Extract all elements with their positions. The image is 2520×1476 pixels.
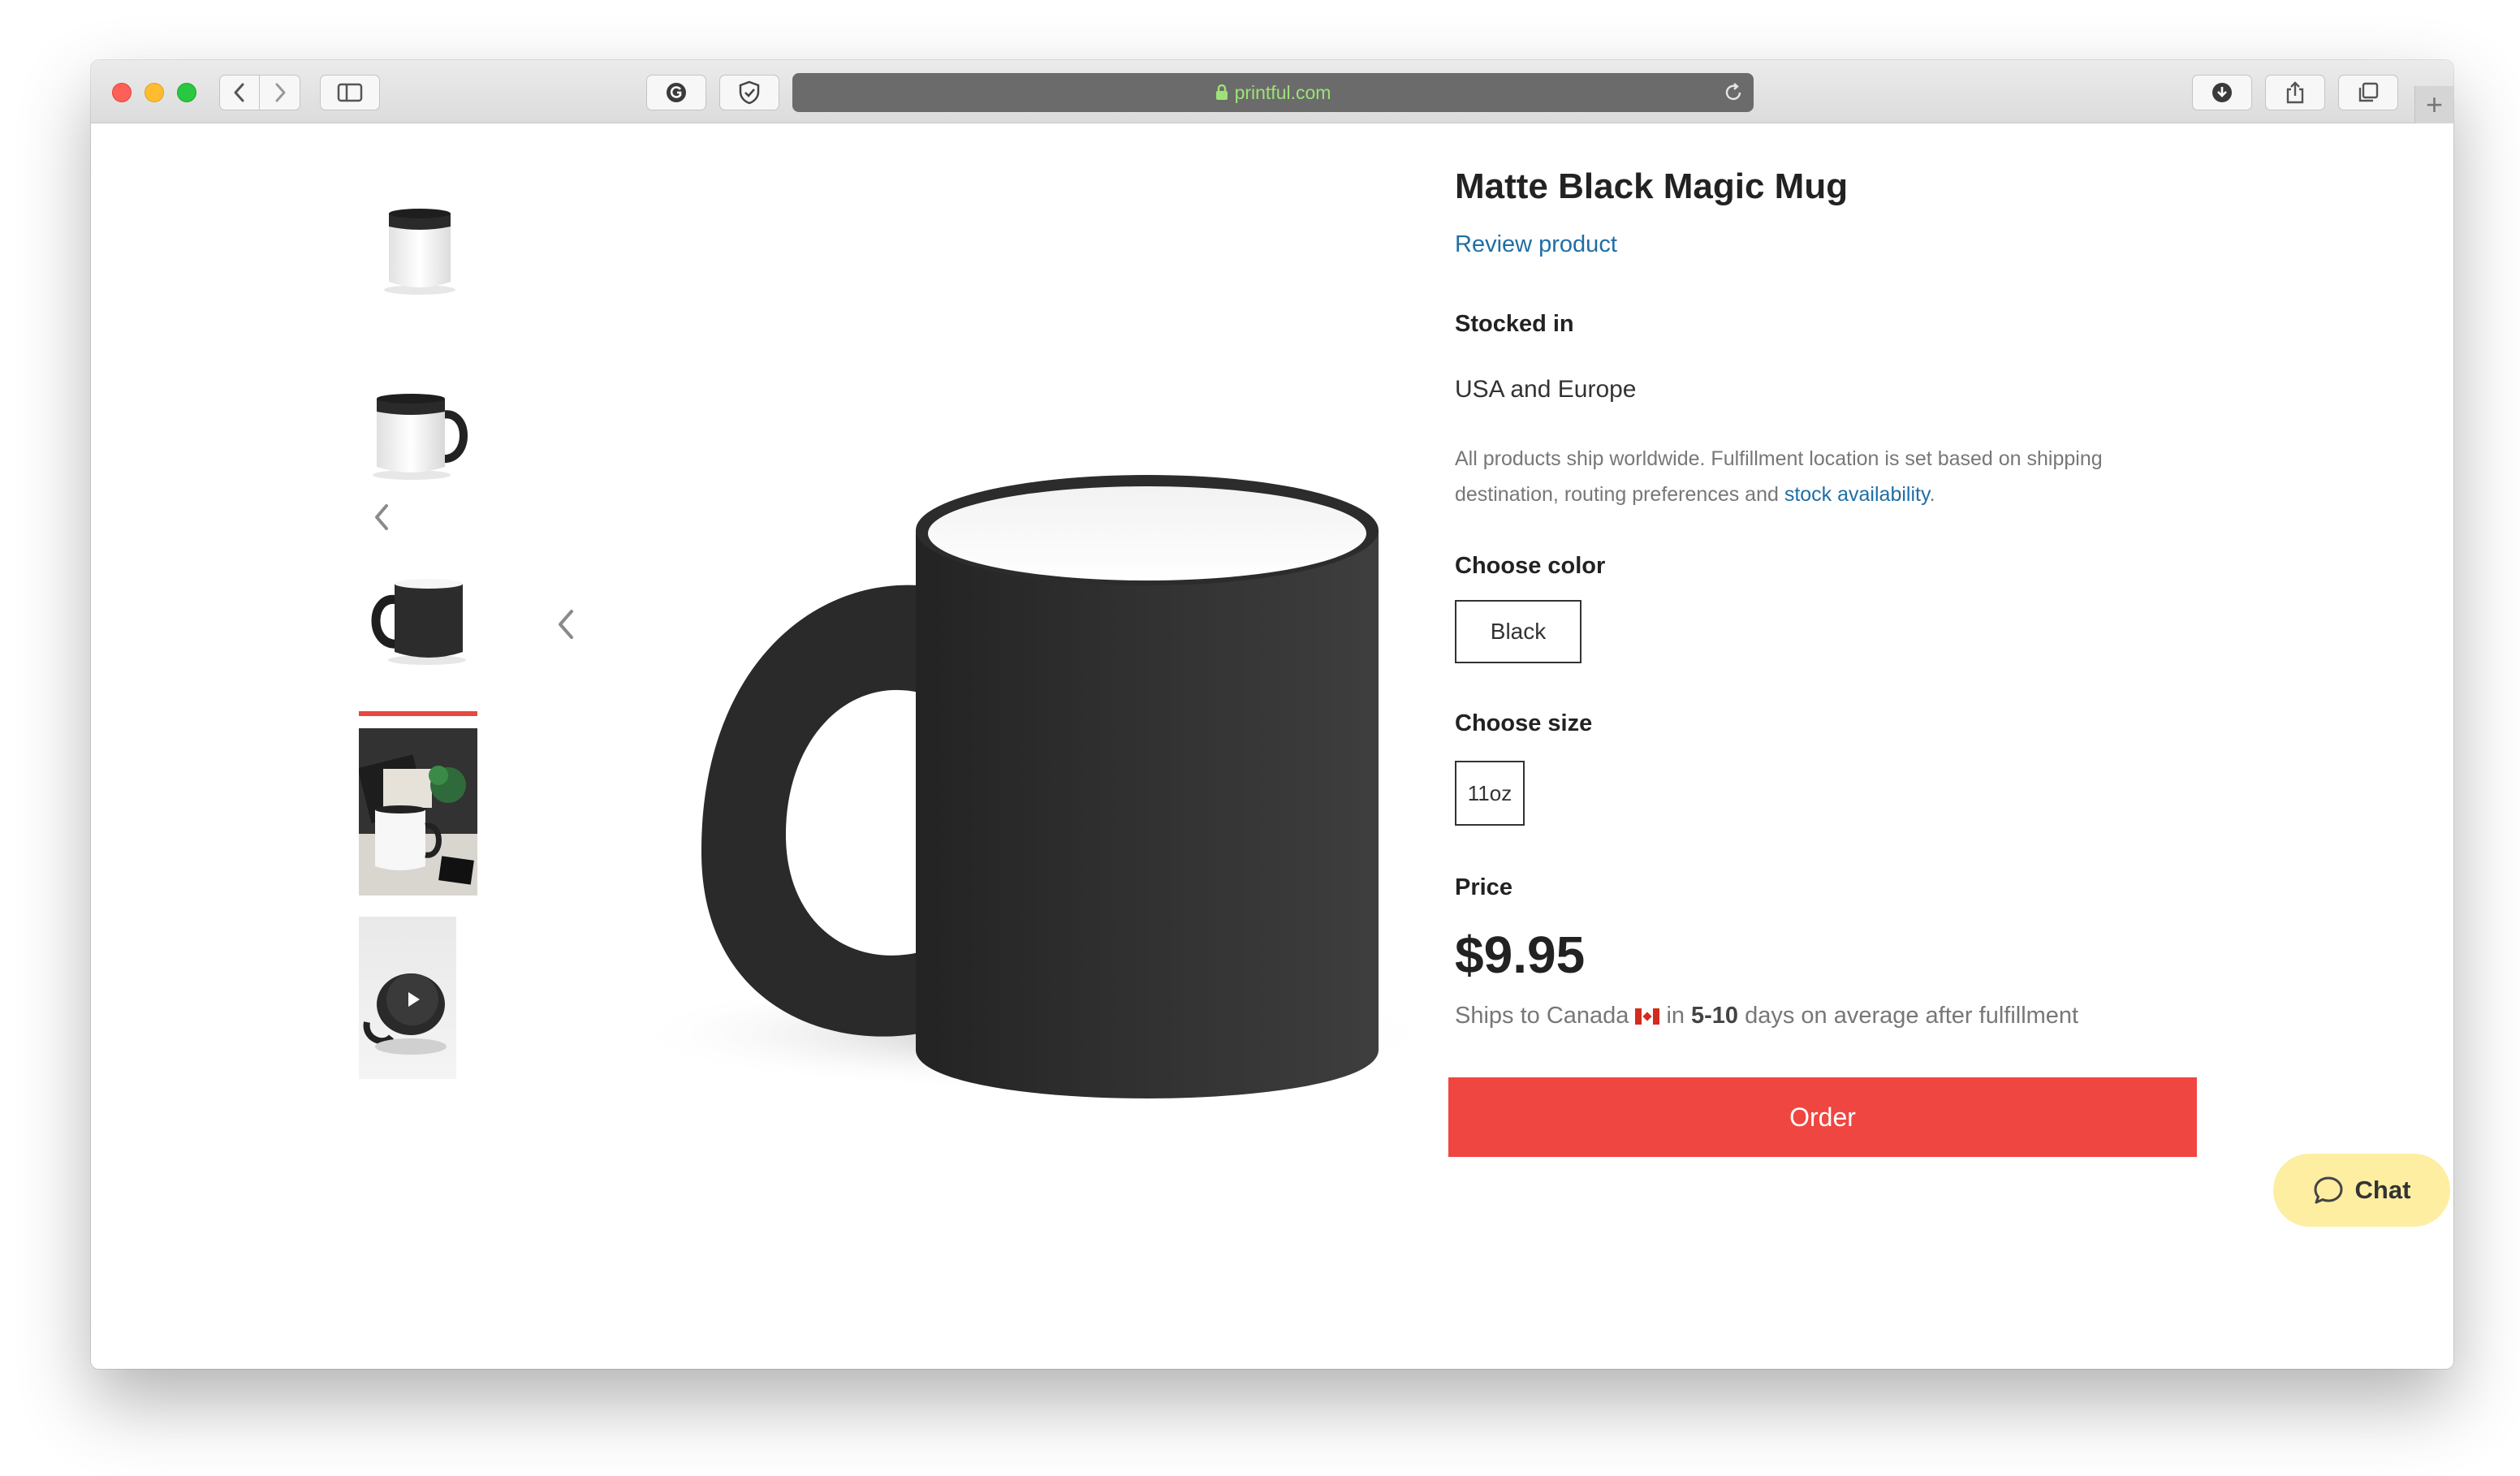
sidebar-icon: [337, 83, 363, 102]
address-bar[interactable]: printful.com: [792, 73, 1754, 112]
product-price: $9.95: [1455, 926, 1586, 984]
download-icon: [2212, 83, 2232, 102]
canada-flag-icon: [1635, 1008, 1660, 1025]
ships-in-text: in: [1666, 1003, 1685, 1029]
thumbnail-mug-front[interactable]: [359, 194, 481, 308]
shipping-note-text: All products ship worldwide. Fulfillment…: [1455, 447, 2103, 506]
active-thumbnail-indicator: [359, 711, 477, 716]
play-button[interactable]: [386, 973, 438, 1025]
sidebar-toggle-button[interactable]: [320, 75, 380, 110]
share-icon: [2286, 81, 2304, 104]
mug-handle-right-image: [373, 394, 468, 480]
browser-toolbar: printful.com +: [91, 60, 2453, 123]
zoom-window-button[interactable]: [177, 83, 196, 102]
privacy-extension-button[interactable]: [719, 75, 779, 110]
mug-handle-left-image: [371, 579, 466, 665]
url-text: printful.com: [1234, 81, 1331, 103]
price-label: Price: [1455, 874, 1512, 900]
plus-icon: +: [2425, 88, 2444, 121]
ships-days: 5-10: [1691, 1003, 1739, 1029]
browser-window: printful.com + Matte Black Magic Mug Rev…: [91, 60, 2453, 1369]
downloads-button[interactable]: [2192, 75, 2252, 110]
order-button[interactable]: Order: [1448, 1077, 2197, 1157]
thumbnail-mug-lifestyle[interactable]: [359, 728, 477, 896]
size-option-11oz[interactable]: 11oz: [1455, 761, 1525, 826]
tabs-icon: [2358, 82, 2379, 102]
mug-front-image: [384, 209, 455, 295]
ships-to-text: Ships to Canada: [1455, 1003, 1629, 1029]
thumbnail-mug-handle-left[interactable]: [359, 564, 481, 678]
main-product-image: [627, 475, 1439, 1098]
close-window-button[interactable]: [112, 83, 132, 102]
tab-overview-button[interactable]: [2338, 75, 2398, 110]
shipping-estimate: Ships to Canada in 5-10 days on average …: [1455, 1003, 2078, 1029]
thumbnail-mug-handle-right[interactable]: [359, 379, 481, 493]
grammarly-extension-button[interactable]: [646, 75, 706, 110]
stocked-in-value: USA and Europe: [1455, 376, 1637, 403]
shipping-note: All products ship worldwide. Fulfillment…: [1455, 441, 2202, 512]
choose-color-label: Choose color: [1455, 553, 1606, 579]
back-button[interactable]: [219, 75, 260, 110]
chat-button[interactable]: Chat: [2273, 1154, 2450, 1227]
thumbnail-prev-arrow[interactable]: [370, 501, 393, 533]
product-page: Matte Black Magic Mug Review product Sto…: [91, 124, 2453, 1369]
main-image-prev-arrow[interactable]: [554, 606, 578, 642]
ships-suffix-text: days on average after fulfillment: [1745, 1003, 2079, 1029]
play-icon: [408, 992, 420, 1007]
grammarly-icon: [667, 83, 686, 102]
chat-label: Chat: [2354, 1176, 2411, 1204]
chevron-right-icon: [275, 83, 285, 102]
chevron-left-icon: [234, 83, 244, 102]
color-option-black[interactable]: Black: [1455, 600, 1581, 663]
shield-icon: [739, 80, 760, 105]
minimize-window-button[interactable]: [145, 83, 164, 102]
shipping-note-period: .: [1929, 483, 1935, 506]
product-title: Matte Black Magic Mug: [1455, 166, 1849, 206]
choose-size-label: Choose size: [1455, 710, 1593, 736]
mug-lifestyle-image: [359, 728, 477, 896]
forward-button[interactable]: [260, 75, 300, 110]
stock-availability-link[interactable]: stock availability: [1784, 483, 1930, 506]
lock-icon: [1215, 84, 1228, 100]
reload-icon[interactable]: [1723, 82, 1744, 103]
chat-bubble-icon: [2314, 1176, 2343, 1204]
review-product-link[interactable]: Review product: [1455, 231, 1617, 258]
thumbnail-mug-video[interactable]: [359, 917, 456, 1079]
new-tab-button[interactable]: +: [2414, 86, 2453, 123]
share-button[interactable]: [2265, 75, 2325, 110]
stocked-in-label: Stocked in: [1455, 311, 1574, 337]
